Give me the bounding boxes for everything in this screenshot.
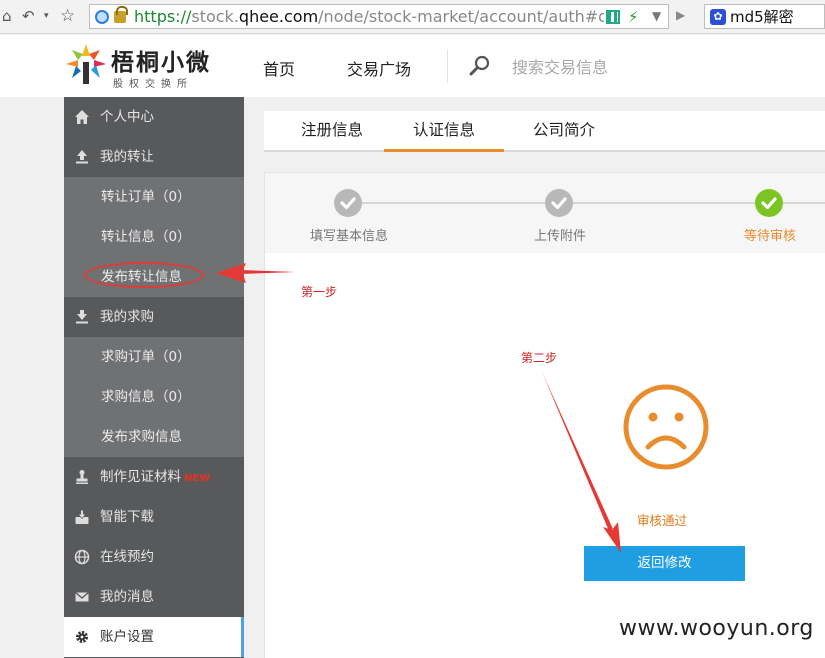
sidebar-item-label: 我的转让 [100, 149, 154, 165]
sidebar-item-transfer-orders[interactable]: 转让订单（0） [64, 177, 244, 217]
download-tray-icon [74, 509, 90, 525]
sidebar-item-label: 求购订单（0） [101, 349, 191, 365]
sidebar-item-text: 制作见证材料 [100, 469, 181, 485]
step-3-check-icon [755, 189, 783, 217]
url-dropdown-icon[interactable]: ▼ [652, 9, 661, 23]
sidebar-item-purchase-info[interactable]: 求购信息（0） [64, 377, 244, 417]
steps-connector [347, 202, 825, 204]
header-divider [447, 49, 448, 83]
sidebar-item-my-messages[interactable]: 我的消息 [64, 577, 244, 617]
tab-company-profile[interactable]: 公司简介 [514, 111, 614, 152]
stamp-icon [74, 469, 90, 485]
go-arrow-icon[interactable]: ▶ [676, 8, 685, 22]
annotation-ellipse [84, 262, 204, 288]
tab-registration-info[interactable]: 注册信息 [282, 111, 382, 152]
tab-bar: 注册信息 认证信息 公司简介 [264, 111, 825, 152]
step-2-check-icon [545, 189, 573, 217]
sidebar-item-online-booking[interactable]: 在线预约 [64, 537, 244, 577]
sidebar-item-label: 智能下载 [100, 509, 154, 525]
annotation-step-two: 第二步 [521, 351, 558, 365]
sidebar-item-label: 账户设置 [100, 629, 154, 645]
search-input[interactable] [512, 55, 712, 79]
home-icon [74, 109, 90, 125]
search-icon[interactable] [469, 55, 491, 77]
sidebar: 个人中心 我的转让 转让订单（0） 转让信息（0） 发布转让信息 我的求购 求购… [64, 97, 244, 658]
url-text[interactable]: https://stock.qhee.com/node/stock-market… [134, 7, 604, 27]
url-path: /node/stock-market/account/auth#defau [318, 7, 604, 26]
undo-icon[interactable]: ↶ [22, 5, 35, 27]
annotation-step-one: 第一步 [301, 285, 338, 299]
browser-toolbar: ⌂ ↶ ▾ ☆ https://stock.qhee.com/node/stoc… [0, 0, 825, 34]
sidebar-item-label: 在线预约 [100, 549, 154, 565]
lightning-icon[interactable]: ⚡ [628, 8, 639, 26]
qr-code-icon[interactable] [606, 10, 620, 24]
step-2-label: 上传附件 [533, 229, 587, 244]
sidebar-item-label: 转让订单（0） [101, 189, 191, 205]
star-icon[interactable]: ☆ [60, 5, 75, 27]
sidebar-item-label: 个人中心 [100, 109, 154, 125]
new-badge: NEW [184, 473, 211, 484]
logo-subtitle: 股权交换所 [113, 79, 193, 90]
sidebar-item-witness-materials[interactable]: 制作见证材料 NEW [64, 457, 244, 497]
logo-icon[interactable] [64, 42, 108, 86]
sidebar-item-label: 求购信息（0） [101, 389, 191, 405]
tab-label: 注册信息 [300, 121, 363, 139]
sidebar-item-label: 发布求购信息 [101, 429, 182, 445]
sidebar-item-account-settings[interactable]: 账户设置 [64, 617, 244, 657]
home-icon[interactable]: ⌂ [2, 5, 12, 27]
watermark-text: www.wooyun.org [619, 616, 814, 641]
sidebar-item-my-purchases[interactable]: 我的求购 [64, 297, 244, 337]
nav-home[interactable]: 首页 [263, 56, 295, 80]
paw-icon: ✿ [710, 9, 726, 25]
url-domain: qhee.com [238, 7, 319, 26]
verification-panel: 填写基本信息 上传附件 等待审核 审核通过 返回修改 [264, 172, 825, 658]
sidebar-item-my-transfers[interactable]: 我的转让 [64, 137, 244, 177]
tab-label: 认证信息 [412, 121, 475, 139]
browser-globe-icon [95, 10, 109, 24]
status-text: 审核通过 [637, 513, 688, 528]
site-header: 梧桐小微 股权交换所 首页 交易广场 [0, 35, 825, 97]
sidebar-item-transfer-info[interactable]: 转让信息（0） [64, 217, 244, 257]
sidebar-item-label: 我的消息 [100, 589, 154, 605]
download-icon [74, 309, 90, 325]
upload-icon [74, 149, 90, 165]
sidebar-item-purchase-orders[interactable]: 求购订单（0） [64, 337, 244, 377]
url-host: stock. [191, 7, 239, 26]
sidebar-item-publish-purchase[interactable]: 发布求购信息 [64, 417, 244, 457]
step-1-check-icon [334, 189, 362, 217]
chevron-down-icon[interactable]: ▾ [44, 5, 49, 27]
browser-search-label: md5解密 [730, 8, 794, 26]
tab-verification-info[interactable]: 认证信息 [384, 111, 504, 152]
sidebar-item-smart-download[interactable]: 智能下载 [64, 497, 244, 537]
sidebar-item-label: 转让信息（0） [101, 229, 191, 245]
nav-trading-plaza[interactable]: 交易广场 [347, 56, 411, 80]
progress-steps: 填写基本信息 上传附件 等待审核 [265, 173, 825, 253]
url-scheme: https:// [134, 7, 192, 26]
address-bar[interactable]: https://stock.qhee.com/node/stock-market… [89, 4, 669, 29]
envelope-icon [74, 589, 90, 605]
sidebar-item-personal-center[interactable]: 个人中心 [64, 97, 244, 137]
lock-icon [114, 6, 128, 23]
sidebar-item-label: 制作见证材料 NEW [100, 457, 210, 499]
sidebar-item-label: 我的求购 [100, 309, 154, 325]
step-3-label: 等待审核 [743, 229, 797, 244]
logo-name[interactable]: 梧桐小微 [111, 43, 211, 77]
browser-search-box[interactable]: ✿ md5解密 [704, 4, 825, 29]
tab-label: 公司简介 [532, 121, 595, 139]
globe-icon [74, 549, 90, 565]
step-1-label: 填写基本信息 [309, 229, 389, 244]
sad-face-icon [623, 384, 709, 470]
gear-icon [74, 629, 90, 645]
back-to-edit-button[interactable]: 返回修改 [584, 546, 745, 581]
